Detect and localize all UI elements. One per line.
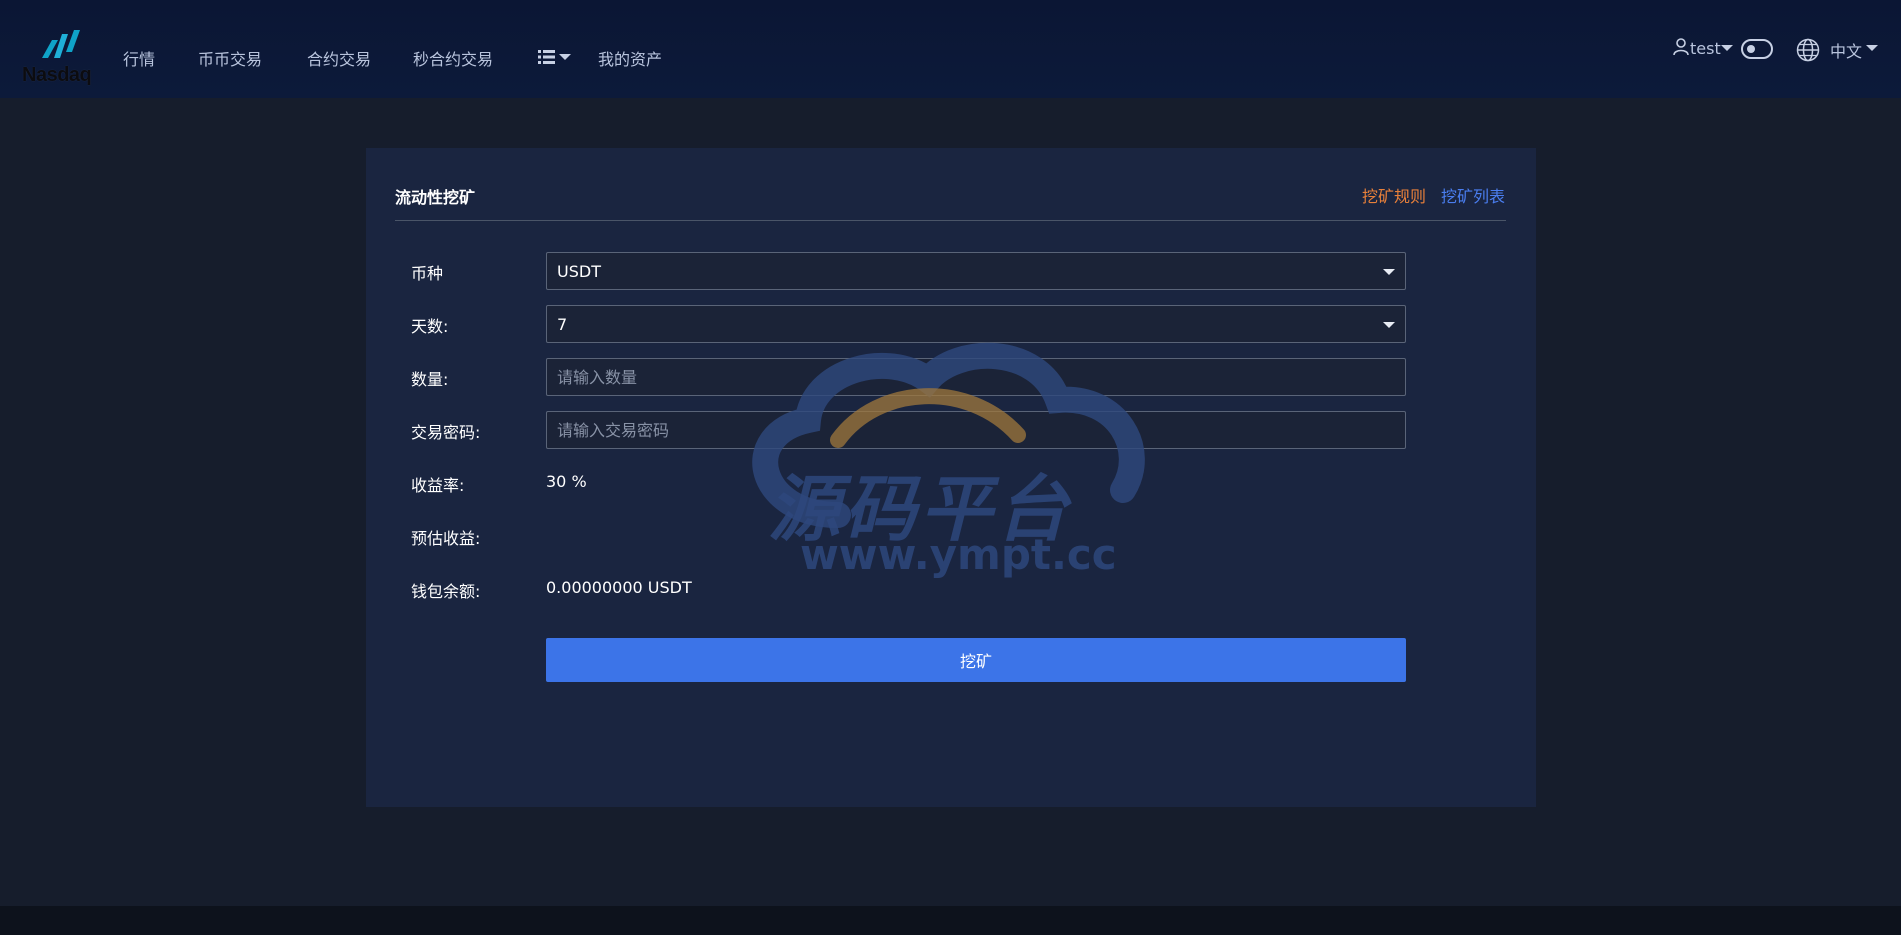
nasdaq-logo[interactable]: Nasdaq xyxy=(20,28,100,86)
mining-list-link[interactable]: 挖矿列表 xyxy=(1441,183,1505,207)
estimated-income-label: 预估收益: xyxy=(411,529,481,548)
footer-bar xyxy=(0,906,1901,935)
liquidity-mining-card: 流动性挖矿 挖矿规则 挖矿列表 币种 USDT 天数: 7 数量: 交易密码: … xyxy=(366,148,1536,807)
nav-item-my-assets[interactable]: 我的资产 xyxy=(598,46,662,70)
amount-input[interactable] xyxy=(546,358,1406,396)
divider xyxy=(395,220,1506,221)
wallet-balance-value: 0.00000000 USDT xyxy=(546,578,692,597)
user-name[interactable]: test xyxy=(1690,39,1721,58)
user-icon[interactable] xyxy=(1673,38,1689,56)
nav-item-spot-trading[interactable]: 币币交易 xyxy=(198,46,262,70)
days-select[interactable]: 7 xyxy=(546,305,1406,343)
amount-label: 数量: xyxy=(411,370,449,389)
chevron-down-icon xyxy=(1383,269,1395,275)
trade-password-label: 交易密码: xyxy=(411,423,481,442)
toggle-knob xyxy=(1747,45,1755,53)
logo-text: Nasdaq xyxy=(22,64,92,86)
yield-rate-label: 收益率: xyxy=(411,476,465,495)
nav-item-contract-trading[interactable]: 合约交易 xyxy=(307,46,371,70)
page-title: 流动性挖矿 xyxy=(395,188,476,207)
chevron-down-icon xyxy=(559,54,571,60)
trade-password-input[interactable] xyxy=(546,411,1406,449)
mining-rules-link[interactable]: 挖矿规则 xyxy=(1362,183,1426,207)
chevron-down-icon xyxy=(1383,322,1395,328)
chevron-down-icon[interactable] xyxy=(1866,45,1878,51)
wallet-balance-label: 钱包余额: xyxy=(411,582,481,601)
nav-more-menu[interactable] xyxy=(538,48,572,66)
language-selector[interactable]: 中文 xyxy=(1830,38,1862,62)
currency-value: USDT xyxy=(557,261,601,281)
days-value: 7 xyxy=(557,314,568,334)
top-header: Nasdaq 行情 币币交易 合约交易 秒合约交易 我的资产 test 中文 xyxy=(0,0,1901,98)
nasdaq-logo-icon xyxy=(42,30,80,58)
nav-item-market[interactable]: 行情 xyxy=(123,46,155,70)
currency-label: 币种 xyxy=(411,264,444,283)
chevron-down-icon[interactable] xyxy=(1721,45,1733,51)
nav-item-second-contract[interactable]: 秒合约交易 xyxy=(413,46,493,70)
theme-toggle[interactable] xyxy=(1741,39,1773,59)
list-icon xyxy=(538,50,555,64)
days-label: 天数: xyxy=(411,317,449,336)
mine-button[interactable]: 挖矿 xyxy=(546,638,1406,682)
globe-icon[interactable] xyxy=(1796,38,1820,62)
yield-rate-value: 30 % xyxy=(546,472,587,491)
currency-select[interactable]: USDT xyxy=(546,252,1406,290)
